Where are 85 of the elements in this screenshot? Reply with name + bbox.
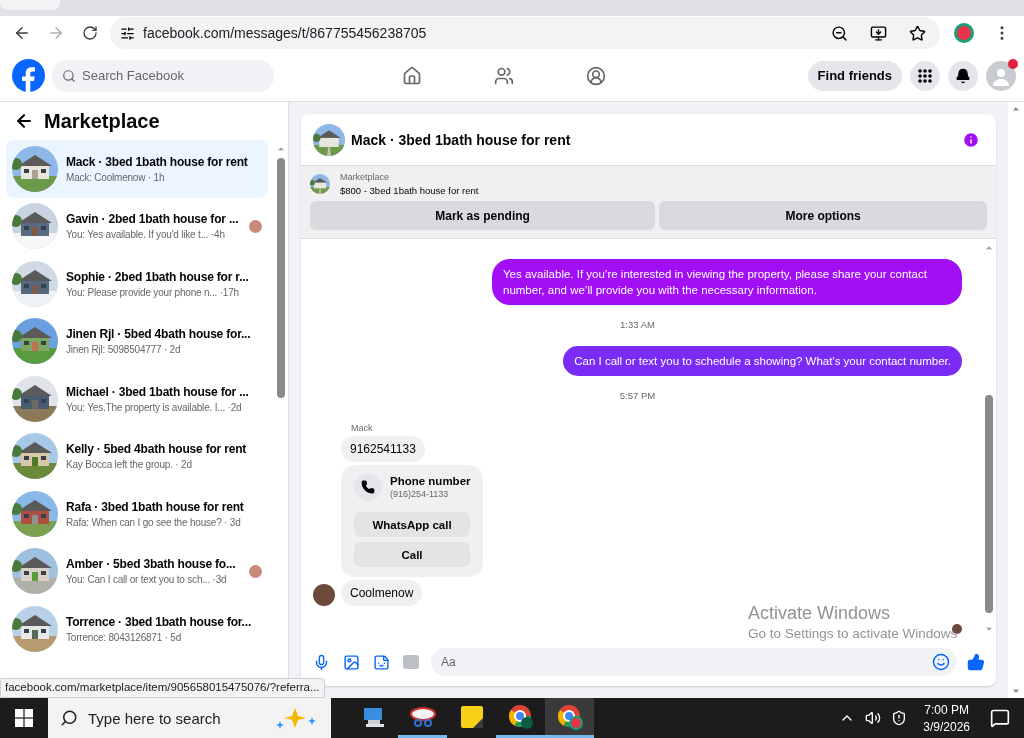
notifications-icon[interactable] [948,60,978,91]
message-field[interactable]: Aa [431,648,956,676]
conversation-item[interactable]: Jinen Rjl · 5bed 4bath house for... Jinen Rjl: 5098504777 · 2d [6,312,268,370]
bookmark-star-icon[interactable] [909,24,926,42]
security-icon[interactable] [891,710,908,726]
phone-icon [354,473,382,501]
notifications-icon[interactable] [990,708,1010,728]
listing-title: $800 - 3bed 1bath house for rent [340,185,479,196]
conversation-title: Rafa · 3bed 1bath house for rent [66,499,245,514]
conversation-preview: Rafa: When can I go see the house? · 3d [66,516,242,528]
site-settings-icon[interactable] [120,25,135,41]
contact-title: Phone number [390,475,471,487]
search-field[interactable]: Search Facebook [52,59,274,92]
thumbs-up-icon[interactable] [966,652,986,672]
conversation-title: Amber · 5bed 3bath house fo... [66,557,237,572]
sticker-icon[interactable] [371,652,391,672]
conversation-preview: Jinen Rjl: 5098504777 · 2d [66,344,182,356]
address-bar[interactable]: facebook.com/messages/t/867755456238705 [110,17,940,49]
conversation-title: Michael · 3bed 1bath house for ... [66,384,250,399]
search-icon [60,709,78,727]
search-icon [62,68,76,83]
scroll-down-icon[interactable] [984,624,994,634]
conversation-item[interactable]: Torrence · 3bed 1bath house for... Torrence: 8043126871 · 5d [6,600,268,658]
scroll-up-icon[interactable] [1011,104,1021,114]
image-icon[interactable] [341,652,361,672]
conversation-title: Kelly · 5bed 4bath house for rent [66,442,248,457]
scroll-down-icon[interactable] [1011,686,1021,696]
phone-number: (916)254-1133 [390,489,450,499]
scissors-icon[interactable] [409,705,436,728]
back-icon[interactable] [14,111,34,131]
taskbar-search-field[interactable]: Type here to search [48,698,331,738]
scrollbar-thumb[interactable] [277,158,285,398]
taskbar-clock[interactable]: 7:00 PM 3/9/2026 [923,702,970,734]
volume-icon[interactable] [865,710,882,726]
info-icon[interactable] [962,130,980,149]
sticky-note-icon[interactable] [460,705,483,728]
install-icon[interactable] [870,24,887,42]
listing-label: Marketplace [340,172,391,182]
conversation-item[interactable]: Michael · 3bed 1bath house for ... You: Yes.The property is available. I... ·2d [6,370,268,428]
conversation-item[interactable]: Mack · 3bed 1bath house for rent Mack: Coolmenow · 1h [6,140,268,198]
scrollbar-thumb[interactable] [985,394,993,613]
sidebar-title: Marketplace [44,109,160,133]
sender-name: Mack [351,423,374,433]
call-button[interactable]: WhatsApp call [354,512,470,537]
profile-avatar[interactable] [954,23,974,43]
conversation-item[interactable]: Kelly · 5bed 4bath house for rent Kay Bocca left the group. · 2d [6,427,268,485]
message-bubble: Coolmenow [341,580,423,606]
conversation-preview: You: Please provide your phone n... ·17h [66,286,240,298]
call-button[interactable]: Call [354,542,470,567]
account-avatar[interactable] [986,60,1016,91]
message-timestamp: 5:57 PM [619,390,656,401]
activation-text: Go to Settings to activate Windows [748,626,958,641]
taskbar-app[interactable] [545,698,594,738]
facebook-logo[interactable] [12,59,45,92]
zoom-out-icon[interactable] [831,24,848,42]
conversation-preview: You: Can I call or text you to sch... ·3d [66,574,228,586]
message-bubble: Can I call or text you to schedule a showing? What's your contact number. [563,346,962,376]
chrome-icon[interactable] [507,703,534,730]
conversation-title: Jinen Rjl · 5bed 4bath house for... [66,327,252,342]
conversation-item[interactable]: Rafa · 3bed 1bath house for rent Rafa: When can I go see the house? · 3d [6,485,268,543]
conversation-preview: You: Yes available. If you'd like t... ·4h [66,229,226,241]
conversation-item[interactable]: Sophie · 2bed 1bath house for r... You: Please provide your phone n... ·17h [6,255,268,313]
message-timestamp: 1:33 AM [620,319,655,330]
conversation-preview: Torrence: 8043126871 · 5d [66,631,183,643]
conversation-preview: You: Yes.The property is available. I... ·2d [66,401,243,413]
menu-grid-icon[interactable] [910,60,940,91]
conversation-title: Gavin · 2bed 1bath house for ... [66,212,240,227]
message-bubble: Yes available. If you’re interested in viewing the property, please share your contact number, and we’ll provide you with the necessary information. [492,259,962,305]
conversation-item[interactable]: Gavin · 2bed 1bath house for ... You: Yes available. If you'd like t... ·4h [6,197,268,255]
conversation-title: Mack · 3bed 1bath house for rent [66,154,249,169]
conversation-preview: Mack: Coolmenow · 1h [66,171,166,183]
conversation-item[interactable]: Amber · 5bed 3bath house fo... You: Can I call or text you to sch... ·3d [6,542,268,600]
windows-logo-icon[interactable] [15,709,33,727]
activation-title: Activate Windows [748,603,892,624]
chrome-icon[interactable] [556,703,583,730]
action-button[interactable]: Mark as pending [310,201,656,230]
conversation-title: Torrence · 3bed 1bath house for... [66,614,252,629]
find-friends-button[interactable]: Find friends [807,60,902,91]
conversation-preview: Kay Bocca left the group. · 2d [66,459,193,471]
conversation-title: Sophie · 2bed 1bath house for r... [66,269,250,284]
chat-title: Mack · 3bed 1bath house for rent [351,131,572,148]
emoji-icon[interactable] [932,653,950,671]
computer-icon[interactable] [361,705,386,728]
action-button[interactable]: More options [659,201,987,230]
message-bubble: 9162541133 [341,436,425,462]
